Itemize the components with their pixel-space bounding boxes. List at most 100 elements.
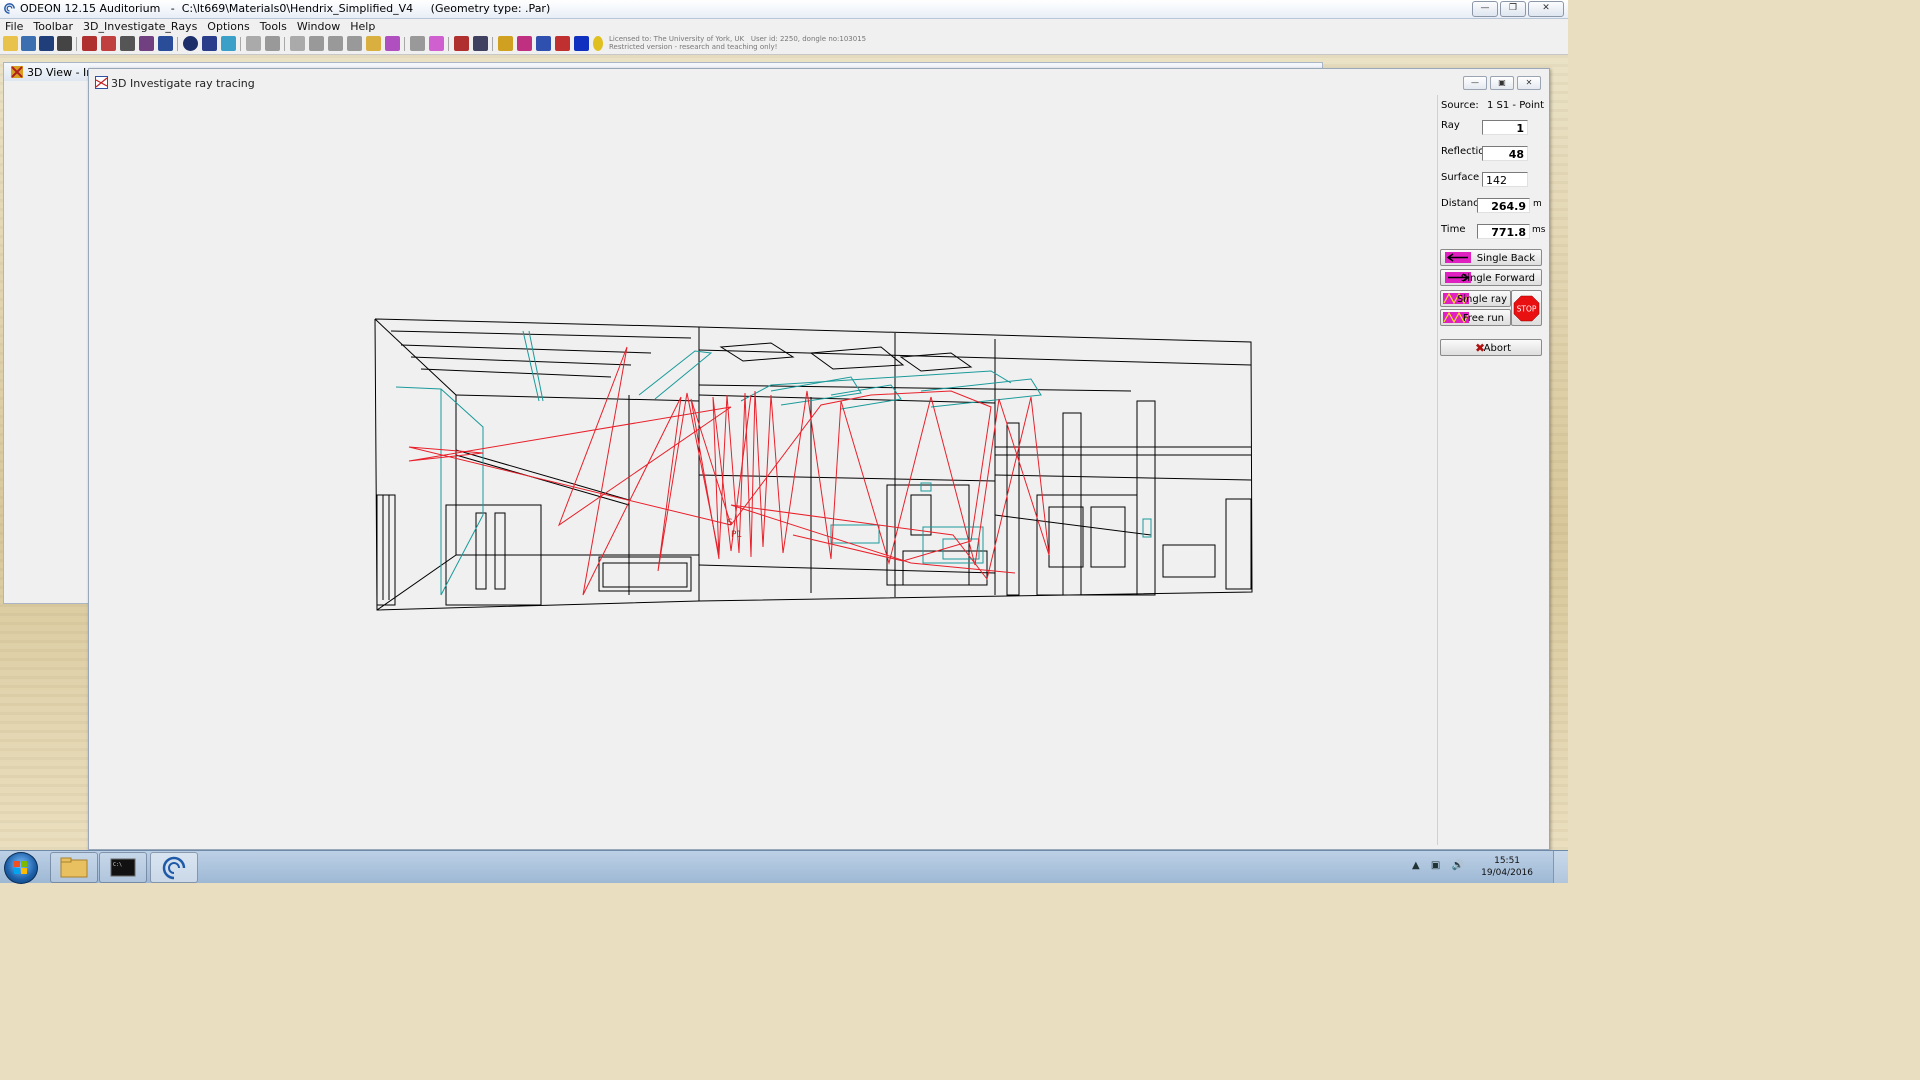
grid-icon[interactable]: [82, 36, 97, 51]
investigate-ray-tracing-window: 3D Investigate ray tracing — ▣ ✕ S P1 So…: [88, 68, 1550, 850]
ceiling-beam: [420, 368, 612, 378]
square-icon[interactable]: [309, 36, 324, 51]
menu-window[interactable]: Window: [292, 19, 345, 34]
speaker-icon[interactable]: [246, 36, 261, 51]
print-icon[interactable]: [57, 36, 72, 51]
single-forward-button[interactable]: Single Forward: [1440, 269, 1542, 286]
window-maximize-button[interactable]: ▣: [1490, 76, 1514, 90]
menu-options[interactable]: Options: [202, 19, 254, 34]
source-value: 1 S1 - Point: [1487, 100, 1545, 111]
single-ray-button[interactable]: Single ray: [1440, 290, 1511, 307]
bulb-icon[interactable]: [593, 36, 603, 51]
grid-disabled-icon[interactable]: [265, 36, 280, 51]
highlight-surface: [942, 538, 980, 560]
calc-icon[interactable]: [221, 36, 236, 51]
3d-view-icon: [11, 66, 23, 78]
highlight-surface: [395, 386, 484, 596]
investigate-window-title: 3D Investigate ray tracing: [111, 77, 255, 90]
view3d-icon[interactable]: [454, 36, 469, 51]
window-close-button[interactable]: ✕: [1517, 76, 1541, 90]
dots-icon[interactable]: [347, 36, 362, 51]
stop-label: STOP: [1517, 305, 1537, 314]
ceiling-beam: [410, 356, 632, 366]
menu-toolbar[interactable]: Toolbar: [28, 19, 78, 34]
source-marker-label: S: [727, 518, 733, 528]
surface-icon[interactable]: [536, 36, 551, 51]
tray-clock[interactable]: 15:51 19/04/2016: [1481, 855, 1533, 879]
door-frame: [1036, 494, 1138, 596]
windows-logo-icon: [14, 861, 27, 874]
ray-field[interactable]: 1: [1482, 120, 1528, 135]
arrow-icon[interactable]: [574, 36, 589, 51]
source-icon[interactable]: [498, 36, 513, 51]
plot-icon[interactable]: [120, 36, 135, 51]
folder-icon: [60, 857, 88, 878]
triangle-icon[interactable]: [366, 36, 381, 51]
time-field[interactable]: 771.8: [1477, 224, 1530, 239]
list-icon[interactable]: [410, 36, 425, 51]
room-wireframe: [374, 318, 1253, 611]
rooms-icon[interactable]: [202, 36, 217, 51]
room-wireframe-drawing: S P1: [374, 318, 1253, 611]
receiver-marker-label: P1: [731, 530, 742, 540]
menu-file[interactable]: File: [0, 19, 28, 34]
clock-time: 15:51: [1494, 856, 1521, 866]
table-icon[interactable]: [101, 36, 116, 51]
scatter-icon[interactable]: [328, 36, 343, 51]
tray-icons[interactable]: ▲ ▣ 🔊: [1412, 860, 1468, 871]
menu-tools[interactable]: Tools: [255, 19, 292, 34]
column: [1006, 422, 1020, 596]
clock-date: 19/04/2016: [1481, 868, 1533, 878]
tool-icon[interactable]: [290, 36, 305, 51]
left-wall-line: [374, 318, 457, 611]
distance-field[interactable]: 264.9: [1477, 198, 1530, 213]
command-prompt-icon: C:\: [110, 858, 136, 877]
close-button[interactable]: ✕: [1528, 1, 1564, 17]
cmd-taskbar-button[interactable]: C:\: [99, 852, 147, 883]
app-title-bar: ODEON 12.15 Auditorium - C:\lt669\Materi…: [0, 0, 1568, 19]
ceiling-beam: [390, 330, 692, 339]
investigate-title-bar[interactable]: 3D Investigate ray tracing — ▣ ✕: [89, 69, 1549, 93]
chart-icon[interactable]: [158, 36, 173, 51]
window-minimize-button[interactable]: —: [1463, 76, 1487, 90]
show-desktop-button[interactable]: [1553, 851, 1568, 883]
toolbar: Licensed to: The University of York, UK …: [0, 34, 1568, 55]
menu-3d-investigate-rays[interactable]: 3D_Investigate_Rays: [78, 19, 202, 34]
open-folder-icon[interactable]: [3, 36, 18, 51]
reflection-field[interactable]: 48: [1482, 146, 1528, 161]
3d-viewport[interactable]: S P1: [91, 95, 1435, 845]
rays-icon[interactable]: [429, 36, 444, 51]
abort-button[interactable]: ✖ Abort: [1440, 339, 1542, 356]
app-title: ODEON 12.15 Auditorium - C:\lt669\Materi…: [20, 2, 551, 15]
single-ray-label: Single ray: [1456, 294, 1507, 305]
receiver-icon[interactable]: [517, 36, 532, 51]
ray-info-panel: Source: 1 S1 - Point Ray 1 Reflection 48…: [1437, 95, 1546, 845]
time-unit: ms: [1532, 225, 1546, 235]
menu-help[interactable]: Help: [345, 19, 380, 34]
door-leaf: [1090, 506, 1126, 568]
room-icon[interactable]: [21, 36, 36, 51]
surface-field[interactable]: 142: [1482, 172, 1528, 187]
odeon-logo-icon: [4, 3, 15, 14]
response-icon[interactable]: [555, 36, 570, 51]
surface-label: Surface: [1441, 172, 1480, 183]
graph-icon[interactable]: [139, 36, 154, 51]
source-label: Source:: [1441, 100, 1479, 111]
levels-icon[interactable]: [385, 36, 400, 51]
time-label: Time: [1441, 224, 1466, 235]
minimize-button[interactable]: —: [1472, 1, 1498, 17]
start-button[interactable]: [4, 852, 38, 884]
free-run-button[interactable]: Free run: [1440, 309, 1511, 326]
info-icon[interactable]: [183, 36, 198, 51]
stop-button[interactable]: STOP: [1511, 290, 1542, 326]
wire-icon[interactable]: [473, 36, 488, 51]
odeon-icon: [162, 856, 186, 880]
stage-riser: [598, 556, 692, 592]
odeon-taskbar-button[interactable]: [150, 852, 198, 883]
highlight-surface: [920, 482, 932, 492]
wall-panel: [1225, 498, 1252, 590]
materials-icon[interactable]: [39, 36, 54, 51]
single-back-button[interactable]: Single Back: [1440, 249, 1542, 266]
restore-button[interactable]: ❐: [1500, 1, 1526, 17]
explorer-taskbar-button[interactable]: [50, 852, 98, 883]
